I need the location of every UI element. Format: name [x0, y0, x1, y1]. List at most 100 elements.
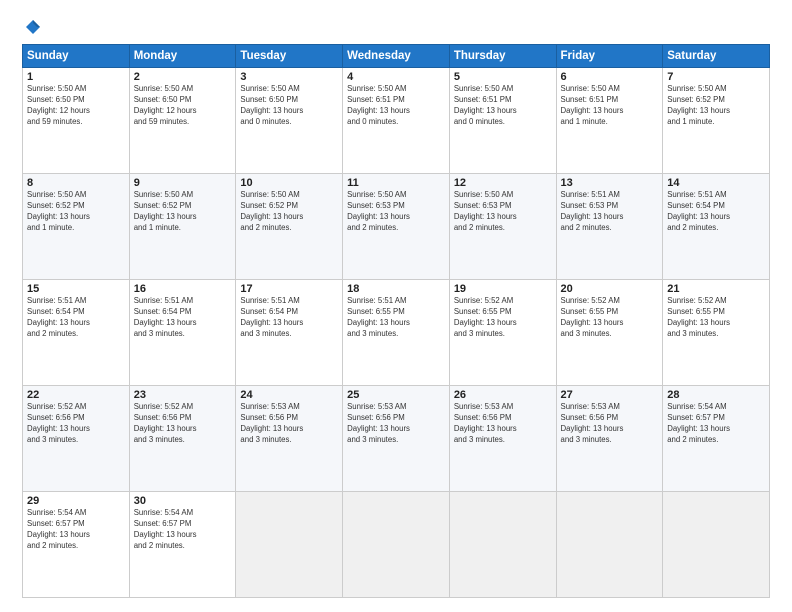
day-number: 1 [27, 71, 125, 83]
day-info: Sunrise: 5:52 AM Sunset: 6:55 PM Dayligh… [454, 296, 552, 340]
calendar-day-cell: 3Sunrise: 5:50 AM Sunset: 6:50 PM Daylig… [236, 68, 343, 174]
calendar-week-row: 15Sunrise: 5:51 AM Sunset: 6:54 PM Dayli… [23, 280, 770, 386]
calendar-day-cell: 20Sunrise: 5:52 AM Sunset: 6:55 PM Dayli… [556, 280, 663, 386]
day-number: 12 [454, 177, 552, 189]
calendar-week-row: 8Sunrise: 5:50 AM Sunset: 6:52 PM Daylig… [23, 174, 770, 280]
calendar-day-cell [343, 492, 450, 598]
logo [22, 18, 42, 34]
weekday-header-cell: Friday [556, 45, 663, 68]
weekday-header-cell: Wednesday [343, 45, 450, 68]
day-number: 17 [240, 283, 338, 295]
calendar-day-cell: 18Sunrise: 5:51 AM Sunset: 6:55 PM Dayli… [343, 280, 450, 386]
day-number: 13 [561, 177, 659, 189]
calendar-day-cell: 27Sunrise: 5:53 AM Sunset: 6:56 PM Dayli… [556, 386, 663, 492]
calendar-week-row: 29Sunrise: 5:54 AM Sunset: 6:57 PM Dayli… [23, 492, 770, 598]
day-info: Sunrise: 5:52 AM Sunset: 6:56 PM Dayligh… [134, 402, 232, 446]
day-number: 2 [134, 71, 232, 83]
calendar-day-cell: 24Sunrise: 5:53 AM Sunset: 6:56 PM Dayli… [236, 386, 343, 492]
weekday-header-row: SundayMondayTuesdayWednesdayThursdayFrid… [23, 45, 770, 68]
calendar-day-cell: 22Sunrise: 5:52 AM Sunset: 6:56 PM Dayli… [23, 386, 130, 492]
day-info: Sunrise: 5:51 AM Sunset: 6:54 PM Dayligh… [27, 296, 125, 340]
day-number: 15 [27, 283, 125, 295]
day-number: 21 [667, 283, 765, 295]
day-info: Sunrise: 5:50 AM Sunset: 6:51 PM Dayligh… [454, 84, 552, 128]
weekday-header-cell: Sunday [23, 45, 130, 68]
day-info: Sunrise: 5:52 AM Sunset: 6:55 PM Dayligh… [561, 296, 659, 340]
calendar-day-cell: 28Sunrise: 5:54 AM Sunset: 6:57 PM Dayli… [663, 386, 770, 492]
calendar-week-row: 22Sunrise: 5:52 AM Sunset: 6:56 PM Dayli… [23, 386, 770, 492]
day-info: Sunrise: 5:54 AM Sunset: 6:57 PM Dayligh… [667, 402, 765, 446]
day-number: 30 [134, 495, 232, 507]
day-info: Sunrise: 5:50 AM Sunset: 6:52 PM Dayligh… [27, 190, 125, 234]
day-number: 14 [667, 177, 765, 189]
calendar-day-cell: 26Sunrise: 5:53 AM Sunset: 6:56 PM Dayli… [449, 386, 556, 492]
day-number: 27 [561, 389, 659, 401]
day-info: Sunrise: 5:50 AM Sunset: 6:53 PM Dayligh… [454, 190, 552, 234]
day-number: 20 [561, 283, 659, 295]
day-info: Sunrise: 5:50 AM Sunset: 6:52 PM Dayligh… [134, 190, 232, 234]
day-number: 10 [240, 177, 338, 189]
calendar-day-cell: 30Sunrise: 5:54 AM Sunset: 6:57 PM Dayli… [129, 492, 236, 598]
day-number: 4 [347, 71, 445, 83]
logo-icon [24, 18, 42, 36]
calendar-day-cell: 17Sunrise: 5:51 AM Sunset: 6:54 PM Dayli… [236, 280, 343, 386]
day-info: Sunrise: 5:51 AM Sunset: 6:54 PM Dayligh… [240, 296, 338, 340]
day-number: 24 [240, 389, 338, 401]
day-info: Sunrise: 5:52 AM Sunset: 6:55 PM Dayligh… [667, 296, 765, 340]
calendar-day-cell [449, 492, 556, 598]
day-info: Sunrise: 5:50 AM Sunset: 6:53 PM Dayligh… [347, 190, 445, 234]
weekday-header-cell: Tuesday [236, 45, 343, 68]
day-number: 25 [347, 389, 445, 401]
calendar-day-cell: 16Sunrise: 5:51 AM Sunset: 6:54 PM Dayli… [129, 280, 236, 386]
day-number: 19 [454, 283, 552, 295]
calendar-day-cell: 15Sunrise: 5:51 AM Sunset: 6:54 PM Dayli… [23, 280, 130, 386]
calendar-table: SundayMondayTuesdayWednesdayThursdayFrid… [22, 44, 770, 598]
day-number: 29 [27, 495, 125, 507]
day-number: 3 [240, 71, 338, 83]
day-number: 5 [454, 71, 552, 83]
calendar-week-row: 1 Sunrise: 5:50 AM Sunset: 6:50 PM Daylig… [23, 68, 770, 174]
calendar-day-cell: 19Sunrise: 5:52 AM Sunset: 6:55 PM Dayli… [449, 280, 556, 386]
calendar-day-cell [556, 492, 663, 598]
weekday-header-cell: Saturday [663, 45, 770, 68]
day-info: Sunrise: 5:50 AM Sunset: 6:50 PM Dayligh… [240, 84, 338, 128]
weekday-header-cell: Thursday [449, 45, 556, 68]
weekday-header-cell: Monday [129, 45, 236, 68]
day-info: Sunrise: 5:50 AM Sunset: 6:51 PM Dayligh… [347, 84, 445, 128]
day-number: 26 [454, 389, 552, 401]
day-number: 18 [347, 283, 445, 295]
day-info: Sunrise: 5:50 AM Sunset: 6:52 PM Dayligh… [240, 190, 338, 234]
day-number: 16 [134, 283, 232, 295]
day-info: Sunrise: 5:54 AM Sunset: 6:57 PM Dayligh… [134, 508, 232, 552]
day-number: 9 [134, 177, 232, 189]
calendar-day-cell: 25Sunrise: 5:53 AM Sunset: 6:56 PM Dayli… [343, 386, 450, 492]
calendar-day-cell: 4Sunrise: 5:50 AM Sunset: 6:51 PM Daylig… [343, 68, 450, 174]
calendar-day-cell: 1Sunrise: 5:50 AM Sunset: 6:50 PM Daylig… [23, 68, 130, 174]
day-number: 22 [27, 389, 125, 401]
calendar-day-cell [236, 492, 343, 598]
calendar-day-cell: 12Sunrise: 5:50 AM Sunset: 6:53 PM Dayli… [449, 174, 556, 280]
calendar-day-cell: 2Sunrise: 5:50 AM Sunset: 6:50 PM Daylig… [129, 68, 236, 174]
day-info: Sunrise: 5:50 AM Sunset: 6:52 PM Dayligh… [667, 84, 765, 128]
calendar-day-cell: 9Sunrise: 5:50 AM Sunset: 6:52 PM Daylig… [129, 174, 236, 280]
day-info: Sunrise: 5:50 AM Sunset: 6:51 PM Dayligh… [561, 84, 659, 128]
day-info: Sunrise: 5:54 AM Sunset: 6:57 PM Dayligh… [27, 508, 125, 552]
calendar-day-cell: 5Sunrise: 5:50 AM Sunset: 6:51 PM Daylig… [449, 68, 556, 174]
day-info: Sunrise: 5:51 AM Sunset: 6:54 PM Dayligh… [134, 296, 232, 340]
calendar-day-cell: 29Sunrise: 5:54 AM Sunset: 6:57 PM Dayli… [23, 492, 130, 598]
day-info: Sunrise: 5:52 AM Sunset: 6:56 PM Dayligh… [27, 402, 125, 446]
calendar-day-cell [663, 492, 770, 598]
calendar-day-cell: 8Sunrise: 5:50 AM Sunset: 6:52 PM Daylig… [23, 174, 130, 280]
day-number: 7 [667, 71, 765, 83]
day-info: Sunrise: 5:51 AM Sunset: 6:54 PM Dayligh… [667, 190, 765, 234]
day-number: 28 [667, 389, 765, 401]
day-number: 11 [347, 177, 445, 189]
day-info: Sunrise: 5:50 AM Sunset: 6:50 PM Dayligh… [134, 84, 232, 128]
day-info: Sunrise: 5:53 AM Sunset: 6:56 PM Dayligh… [240, 402, 338, 446]
day-info: Sunrise: 5:53 AM Sunset: 6:56 PM Dayligh… [347, 402, 445, 446]
header [22, 18, 770, 34]
day-number: 23 [134, 389, 232, 401]
day-info: Sunrise: 5:51 AM Sunset: 6:53 PM Dayligh… [561, 190, 659, 234]
day-number: 6 [561, 71, 659, 83]
calendar-day-cell: 13Sunrise: 5:51 AM Sunset: 6:53 PM Dayli… [556, 174, 663, 280]
